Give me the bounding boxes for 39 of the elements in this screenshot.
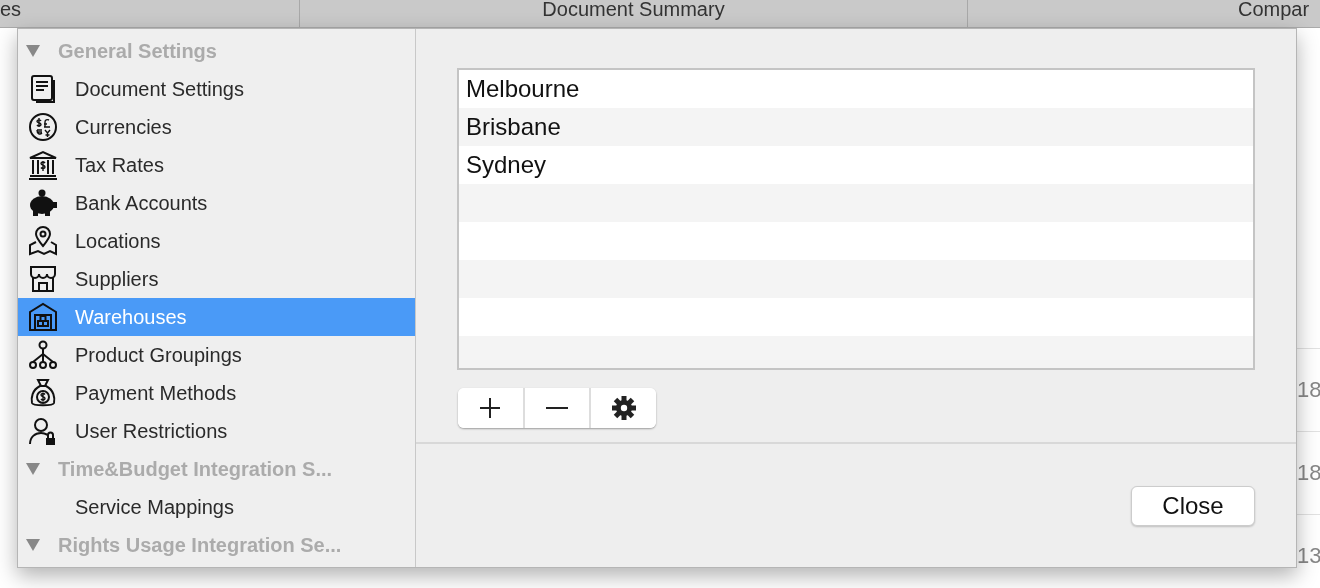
column-header: Document Summary [542,0,725,18]
sidebar-item[interactable]: Document Settings [18,70,415,108]
sidebar-item[interactable]: Tax Rates [18,146,415,184]
column-header: es [0,0,22,18]
plus-icon [479,397,502,419]
bank-icon [28,150,58,180]
sidebar-item[interactable]: Currencies [18,108,415,146]
sidebar-item[interactable]: Payment Methods [18,374,415,412]
section-header: Time&Budget Integration S... [58,457,333,481]
column-header: Compar [1238,0,1310,18]
sidebar-item[interactable]: Service Mappings [18,488,415,526]
minus-icon [546,406,568,410]
add-button[interactable] [458,388,525,428]
sidebar-item[interactable]: Locations [18,222,415,260]
section-header: General Settings [58,39,217,63]
disclosure-triangle[interactable] [26,45,40,57]
map-pin-icon [28,226,58,256]
list-item[interactable]: Brisbane [459,108,1253,146]
piggy-bank-icon [28,188,58,218]
document-icon [28,74,58,104]
table-cell: 13 [1297,543,1320,569]
sidebar-item[interactable]: Suppliers [18,260,415,298]
table-cell: 18 [1297,377,1320,403]
settings-icon [610,395,637,421]
sidebar-item[interactable]: Product Groupings [18,336,415,374]
storefront-icon [28,264,58,294]
table-cell: 18 [1297,460,1320,486]
user-lock-icon [28,416,58,446]
close-button[interactable]: Close [1131,486,1255,526]
money-bag-icon [28,378,58,408]
settings-button[interactable] [591,388,656,428]
section-header: Rights Usage Integration Se... [58,533,342,557]
hierarchy-icon [28,340,58,370]
warehouse-icon [28,302,58,332]
sidebar-item[interactable]: Bank Accounts [18,184,415,222]
disclosure-triangle[interactable] [26,463,40,475]
sidebar-item[interactable]: User Restrictions [18,412,415,450]
coins-icon [28,112,58,142]
disclosure-triangle[interactable] [26,539,40,551]
